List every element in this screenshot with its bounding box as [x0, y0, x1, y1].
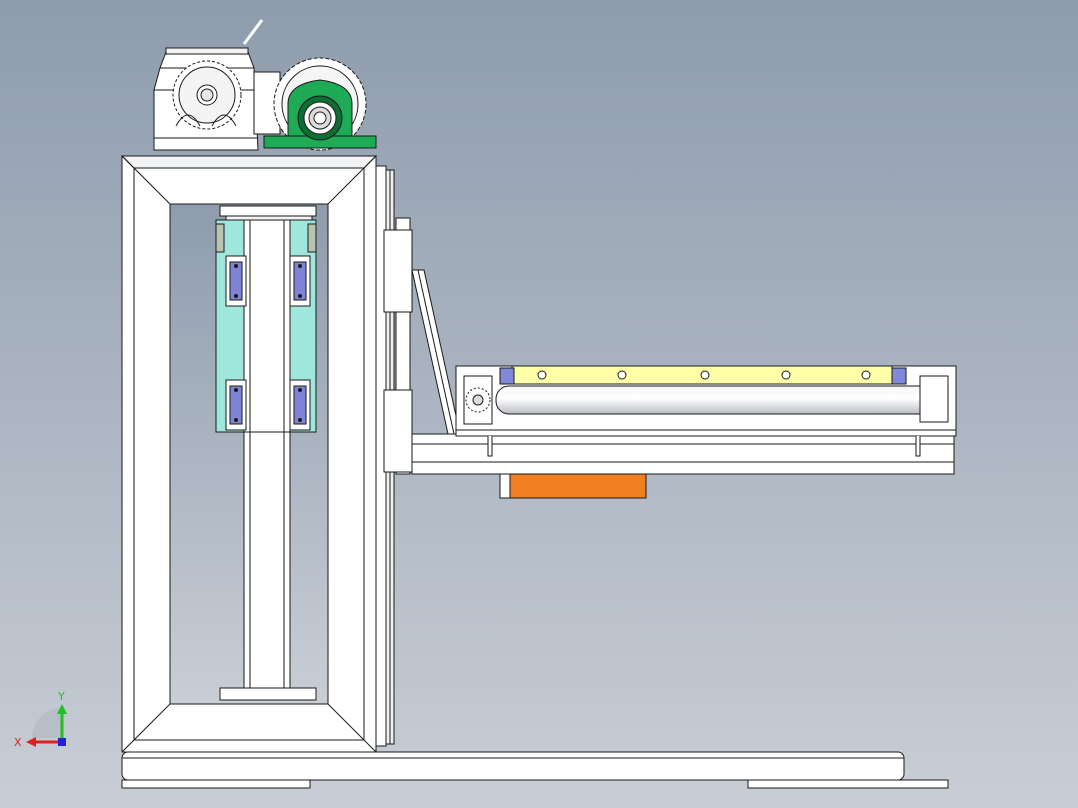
drive-motor [499, 473, 647, 499]
triad-z-axis [58, 738, 66, 746]
cad-viewport[interactable]: Y X [0, 0, 1078, 808]
roller-chain-sprocket [463, 375, 493, 425]
conveyor-lift-assembly-drawing: Y X [0, 0, 1078, 808]
triad-x-label: X [14, 736, 22, 749]
conveyor-roller [495, 385, 943, 415]
triad-y-label: Y [57, 690, 65, 703]
